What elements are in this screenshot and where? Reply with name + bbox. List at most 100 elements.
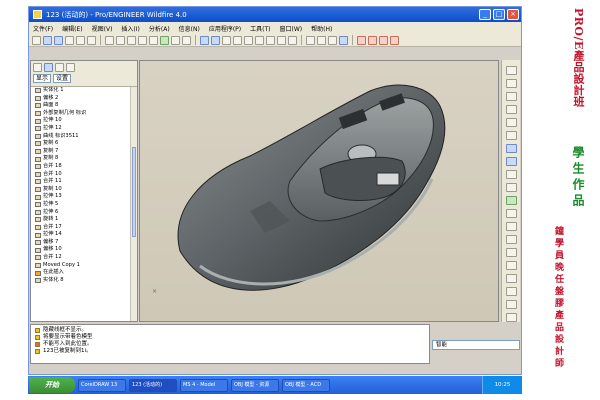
find-icon[interactable] bbox=[171, 35, 180, 45]
model-tree-icon[interactable] bbox=[33, 63, 42, 72]
coord-sys-icon[interactable] bbox=[390, 35, 399, 45]
cut-icon[interactable] bbox=[127, 35, 136, 45]
selection-filter-dropdown[interactable]: 智能 bbox=[432, 340, 520, 350]
menu-window[interactable]: 窗口(W) bbox=[280, 24, 303, 33]
tree-item[interactable]: 实体化 1 bbox=[35, 87, 137, 95]
tree-item[interactable]: 复制 6 bbox=[35, 140, 137, 148]
taskbar-item[interactable]: OBJ 模型 - ACD bbox=[282, 378, 330, 392]
undo-icon[interactable] bbox=[105, 35, 114, 45]
folder-browser-icon[interactable] bbox=[44, 63, 53, 72]
favorites-icon[interactable] bbox=[55, 63, 64, 72]
tree-item[interactable]: 拉伸 10 bbox=[35, 117, 137, 125]
taskbar-item[interactable]: CorelDRAW 13 bbox=[78, 378, 126, 392]
reorient-icon[interactable] bbox=[255, 35, 264, 45]
datum-axes-icon[interactable] bbox=[368, 35, 377, 45]
new-icon[interactable] bbox=[32, 35, 41, 45]
send-icon[interactable] bbox=[87, 35, 96, 45]
tree-item[interactable]: 拉伸 14 bbox=[35, 231, 137, 239]
tree-item[interactable]: 合并 12 bbox=[35, 254, 137, 262]
shading-icon[interactable] bbox=[339, 35, 348, 45]
refit-icon[interactable] bbox=[244, 35, 253, 45]
minimize-button[interactable]: _ bbox=[479, 9, 491, 20]
hidden-line-icon[interactable] bbox=[317, 35, 326, 45]
layers-icon[interactable] bbox=[277, 35, 286, 45]
blend-tool-icon[interactable] bbox=[505, 183, 517, 192]
tree-item[interactable]: 合并 10 bbox=[35, 171, 137, 179]
scrollbar-thumb[interactable] bbox=[132, 147, 136, 237]
extrude-tool-icon[interactable] bbox=[505, 144, 517, 153]
draft-tool-icon[interactable] bbox=[505, 222, 517, 231]
menu-analysis[interactable]: 分析(A) bbox=[149, 24, 170, 33]
menu-applications[interactable]: 应用程序(P) bbox=[209, 24, 241, 33]
sketch-tool-icon[interactable] bbox=[505, 131, 517, 140]
datum-points-icon[interactable] bbox=[379, 35, 388, 45]
select-icon[interactable] bbox=[182, 35, 191, 45]
menu-file[interactable]: 文件(F) bbox=[33, 24, 53, 33]
rib-tool-icon[interactable] bbox=[505, 248, 517, 257]
tree-item[interactable]: 实体化 8 bbox=[35, 277, 137, 285]
tree-item[interactable]: 合并 18 bbox=[35, 163, 137, 171]
show-dropdown[interactable]: 显示 bbox=[33, 74, 52, 83]
paste-icon[interactable] bbox=[149, 35, 158, 45]
sweep-tool-icon[interactable] bbox=[505, 170, 517, 179]
no-hidden-icon[interactable] bbox=[328, 35, 337, 45]
model-tree-scrollbar[interactable] bbox=[130, 87, 137, 321]
saved-views-icon[interactable] bbox=[266, 35, 275, 45]
datum-planes-icon[interactable] bbox=[357, 35, 366, 45]
feature-icon bbox=[35, 164, 41, 170]
spin-center-icon[interactable] bbox=[211, 35, 220, 45]
feature-icon bbox=[35, 224, 41, 230]
pattern-tool-icon[interactable] bbox=[505, 313, 517, 322]
view-manager-icon[interactable] bbox=[288, 35, 297, 45]
start-button[interactable]: 开始 bbox=[29, 377, 75, 393]
tree-item[interactable]: 合并 11 bbox=[35, 178, 137, 186]
tree-item[interactable]: 旋转 1 bbox=[35, 216, 137, 224]
tree-item[interactable]: 拉伸 6 bbox=[35, 209, 137, 217]
datum-curve-tool-icon[interactable] bbox=[505, 92, 517, 101]
tree-item[interactable]: 复制 8 bbox=[35, 155, 137, 163]
zoom-in-icon[interactable] bbox=[222, 35, 231, 45]
merge-tool-icon[interactable] bbox=[505, 287, 517, 296]
taskbar-item[interactable]: MS 4 - Model bbox=[180, 378, 228, 392]
email-icon[interactable] bbox=[76, 35, 85, 45]
trim-tool-icon[interactable] bbox=[505, 300, 517, 309]
hole-tool-icon[interactable] bbox=[505, 261, 517, 270]
save-icon[interactable] bbox=[54, 35, 63, 45]
repaint-icon[interactable] bbox=[200, 35, 209, 45]
menu-tools[interactable]: 工具(T) bbox=[250, 24, 270, 33]
revolve-tool-icon[interactable] bbox=[505, 157, 517, 166]
taskbar-item-active[interactable]: 123 (活动的) bbox=[129, 378, 177, 392]
tree-item[interactable]: 在此插入 bbox=[35, 269, 137, 277]
graphics-window[interactable]: × bbox=[139, 60, 499, 322]
datum-plane-tool-icon[interactable] bbox=[505, 66, 517, 75]
settings-dropdown[interactable]: 设置 bbox=[53, 74, 72, 83]
open-icon[interactable] bbox=[43, 35, 52, 45]
copy-icon[interactable] bbox=[138, 35, 147, 45]
menu-edit[interactable]: 编辑(E) bbox=[62, 24, 82, 33]
tree-item[interactable]: 曲面 8 bbox=[35, 102, 137, 110]
tree-item[interactable]: 偏移 10 bbox=[35, 246, 137, 254]
shell-tool-icon[interactable] bbox=[505, 235, 517, 244]
close-button[interactable]: × bbox=[507, 9, 519, 20]
datum-point-tool-icon[interactable] bbox=[505, 105, 517, 114]
wireframe-icon[interactable] bbox=[306, 35, 315, 45]
menu-view[interactable]: 视图(V) bbox=[92, 24, 113, 33]
menu-insert[interactable]: 插入(I) bbox=[121, 24, 139, 33]
zoom-out-icon[interactable] bbox=[233, 35, 242, 45]
redo-icon[interactable] bbox=[116, 35, 125, 45]
round-tool-icon[interactable] bbox=[505, 196, 517, 205]
connections-icon[interactable] bbox=[66, 63, 75, 72]
tree-item[interactable]: 拉伸 13 bbox=[35, 193, 137, 201]
maximize-button[interactable]: □ bbox=[493, 9, 505, 20]
csys-tool-icon[interactable] bbox=[505, 118, 517, 127]
datum-axis-tool-icon[interactable] bbox=[505, 79, 517, 88]
menu-info[interactable]: 信息(N) bbox=[179, 24, 200, 33]
taskbar-item[interactable]: OBJ 模型 - 资源 bbox=[231, 378, 279, 392]
chamfer-tool-icon[interactable] bbox=[505, 209, 517, 218]
regenerate-icon[interactable] bbox=[160, 35, 169, 45]
tree-item[interactable]: 拉伸 5 bbox=[35, 201, 137, 209]
tree-item[interactable]: 拉伸 12 bbox=[35, 125, 137, 133]
mirror-tool-icon[interactable] bbox=[505, 274, 517, 283]
menu-help[interactable]: 帮助(H) bbox=[311, 24, 332, 33]
print-icon[interactable] bbox=[65, 35, 74, 45]
